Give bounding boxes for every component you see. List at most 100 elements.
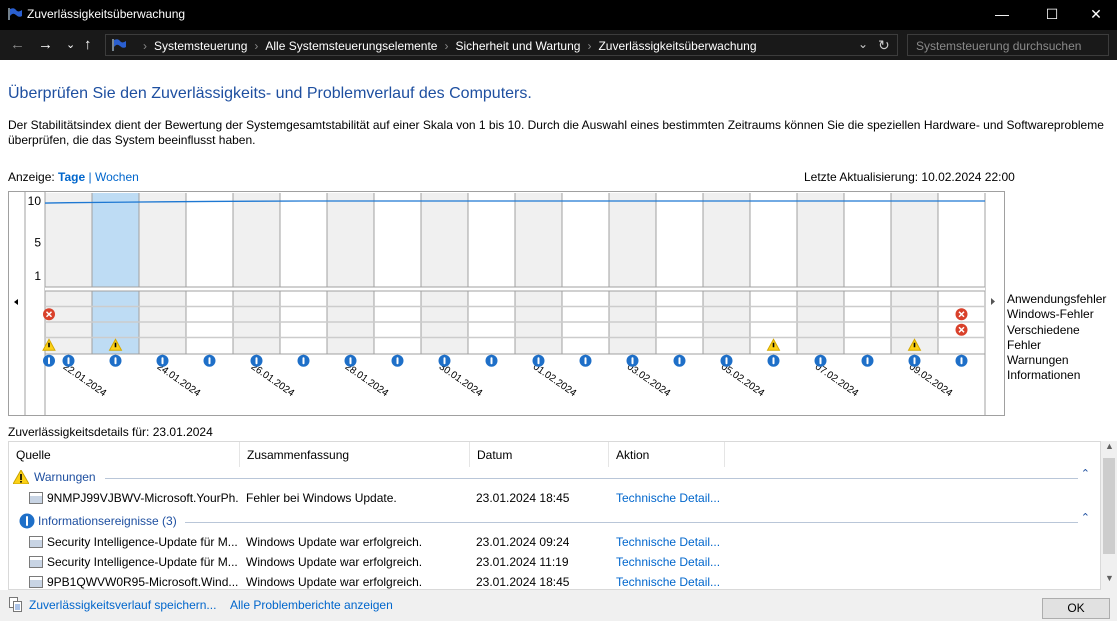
scrollbar-thumb[interactable] <box>1103 458 1115 554</box>
ok-button[interactable]: OK <box>1042 598 1110 619</box>
legend-item: Windows-Fehler <box>1007 307 1094 322</box>
info-icon-glyph <box>161 357 164 365</box>
warning-icon-glyph <box>48 342 50 348</box>
scroll-right-arrow-icon[interactable] <box>991 298 995 305</box>
title-bar: Zuverlässigkeitsüberwachung — ☐ ✕ <box>0 0 1117 30</box>
recent-locations-button[interactable]: ⌄ <box>66 38 75 51</box>
chart-legend: Anwendungsfehler Windows-Fehler Verschie… <box>1007 292 1117 384</box>
view-days-link[interactable]: Tage <box>58 170 85 184</box>
row-summary: Windows Update war erfolgreich. <box>246 535 423 549</box>
report-icon <box>29 556 43 568</box>
column-header-source[interactable]: Quelle <box>9 442 240 467</box>
refresh-button[interactable]: ↻ <box>878 37 890 54</box>
group-information[interactable]: Informationsereignisse (3) ⌃ <box>13 511 1098 531</box>
scroll-up-icon[interactable]: ▲ <box>1105 441 1114 451</box>
day-column[interactable] <box>421 193 468 287</box>
vertical-scrollbar[interactable]: ▲ ▼ <box>1101 441 1117 590</box>
day-column[interactable] <box>938 193 985 287</box>
day-column[interactable] <box>844 193 891 287</box>
group-warnings[interactable]: Warnungen ⌃ <box>13 467 1098 487</box>
warning-icon-glyph <box>114 342 117 348</box>
row-summary: Windows Update war erfolgreich. <box>246 575 423 589</box>
day-column[interactable] <box>186 193 233 287</box>
address-field[interactable]: › Systemsteuerung › Alle Systemsteuerungsel… <box>105 34 898 56</box>
view-separator: | <box>88 170 92 184</box>
day-column[interactable] <box>797 193 844 287</box>
collapse-chevron-icon[interactable]: ⌃ <box>1081 511 1090 524</box>
minimize-button[interactable]: — <box>979 0 1025 30</box>
report-icon <box>29 492 43 504</box>
save-history-link[interactable]: Zuverlässigkeitsverlauf speichern... <box>29 598 216 612</box>
date-label: 09.02.2024 <box>907 361 955 399</box>
reliability-chart[interactable]: 22.01.2024 24.01.2024 26.01.2024 28.01.2024… <box>8 191 1005 416</box>
day-column[interactable] <box>45 193 92 287</box>
day-column[interactable] <box>468 193 515 287</box>
technical-details-link[interactable]: Technische Detail... <box>616 491 720 505</box>
day-column[interactable] <box>891 193 938 287</box>
details-table: Quelle Zusammenfassung Datum ^ Aktion Wa… <box>8 441 1101 590</box>
date-label: 05.02.2024 <box>719 361 767 399</box>
breadcrumb-item[interactable]: Alle Systemsteuerungselemente <box>265 39 437 53</box>
date-label: 01.02.2024 <box>531 361 579 399</box>
day-column[interactable] <box>609 193 656 287</box>
day-column[interactable] <box>92 193 139 287</box>
breadcrumb-item[interactable]: Systemsteuerung <box>154 39 247 53</box>
technical-details-link[interactable]: Technische Detail... <box>616 555 720 569</box>
search-input[interactable]: Systemsteuerung durchsuchen <box>907 34 1109 56</box>
technical-details-link[interactable]: Technische Detail... <box>616 575 720 589</box>
day-column[interactable] <box>703 193 750 287</box>
column-header-action[interactable]: Aktion <box>609 442 725 467</box>
day-column[interactable] <box>562 193 609 287</box>
day-column[interactable] <box>515 193 562 287</box>
address-dropdown-button[interactable]: ⌄ <box>858 37 868 51</box>
row-date: 23.01.2024 18:45 <box>476 491 570 505</box>
day-column[interactable] <box>139 193 186 287</box>
breadcrumb-item[interactable]: Zuverlässigkeitsüberwachung <box>598 39 756 53</box>
day-column[interactable] <box>656 193 703 287</box>
address-bar: ← → ⌄ ↑ › Systemsteuerung › Alle Systemsteu… <box>0 30 1117 60</box>
report-icon <box>29 576 43 588</box>
y-tick-label: 1 <box>34 269 41 283</box>
back-button[interactable]: ← <box>10 36 25 53</box>
breadcrumb-item[interactable]: Sicherheit und Wartung <box>455 39 580 53</box>
scroll-down-icon[interactable]: ▼ <box>1105 573 1114 583</box>
day-column[interactable] <box>374 193 421 287</box>
table-row[interactable]: 9NMPJ99VJBWV-Microsoft.YourPh... Fehler … <box>9 488 1094 508</box>
day-column[interactable] <box>327 193 374 287</box>
date-label: 24.01.2024 <box>155 361 203 399</box>
view-label: Anzeige: <box>8 170 55 184</box>
view-weeks-link[interactable]: Wochen <box>95 170 139 184</box>
sort-ascending-icon: ^ <box>535 441 540 447</box>
date-label: 07.02.2024 <box>813 361 861 399</box>
table-row[interactable]: 9PB1QWVW0R95-Microsoft.Wind... Windows U… <box>9 572 1094 589</box>
info-icon-glyph <box>631 357 634 365</box>
all-problem-reports-link[interactable]: Alle Problemberichte anzeigen <box>230 598 393 612</box>
warning-icon <box>13 470 29 484</box>
forward-button[interactable]: → <box>38 36 53 53</box>
info-icon-glyph <box>302 357 305 365</box>
day-column[interactable] <box>233 193 280 287</box>
info-icon-glyph <box>443 357 446 365</box>
day-column[interactable] <box>750 193 797 287</box>
row-date: 23.01.2024 11:19 <box>476 555 569 569</box>
row-date: 23.01.2024 18:45 <box>476 575 570 589</box>
collapse-chevron-icon[interactable]: ⌃ <box>1081 467 1090 480</box>
scroll-left-arrow-icon[interactable] <box>14 299 18 305</box>
up-button[interactable]: ↑ <box>84 36 92 53</box>
close-button[interactable]: ✕ <box>1073 0 1117 30</box>
day-column[interactable] <box>280 193 327 287</box>
info-icon-glyph <box>678 357 681 365</box>
table-row[interactable]: Security Intelligence-Update für M... Wi… <box>9 552 1094 572</box>
date-label: 26.01.2024 <box>249 361 297 399</box>
report-icon <box>29 536 43 548</box>
technical-details-link[interactable]: Technische Detail... <box>616 535 720 549</box>
column-header-summary[interactable]: Zusammenfassung <box>240 442 470 467</box>
info-icon-glyph <box>725 357 728 365</box>
date-label: 28.01.2024 <box>343 361 391 399</box>
date-label: 30.01.2024 <box>437 361 485 399</box>
date-label: 22.01.2024 <box>61 361 109 399</box>
save-document-icon <box>9 597 22 612</box>
maximize-button[interactable]: ☐ <box>1029 0 1075 30</box>
table-row[interactable]: Security Intelligence-Update für M... Wi… <box>9 532 1094 552</box>
view-selector: Anzeige: Tage | Wochen <box>8 170 139 184</box>
